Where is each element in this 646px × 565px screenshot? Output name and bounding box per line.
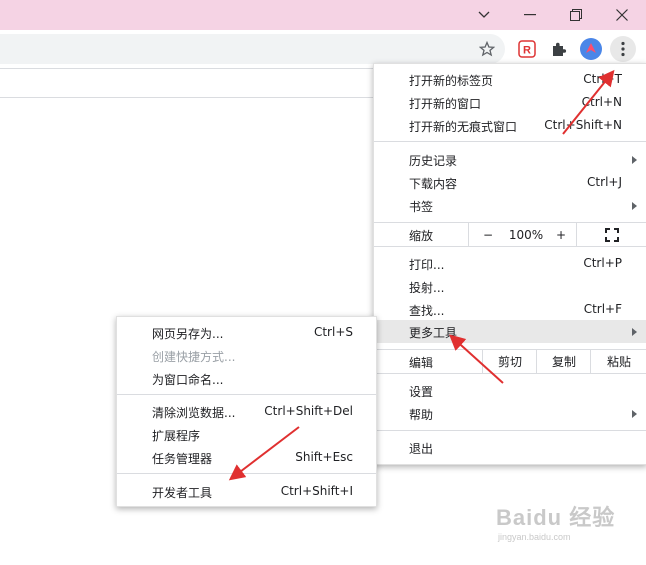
page-divider [0, 97, 374, 98]
menu-separator [117, 394, 376, 395]
menu-item-new-window[interactable]: 打开新的窗口 Ctrl+N [374, 91, 646, 114]
title-bar [0, 0, 646, 30]
menu-item-cast[interactable]: 投射... [374, 275, 646, 298]
submenu-arrow-icon [632, 410, 637, 418]
submenu-item-extensions[interactable]: 扩展程序 [117, 423, 376, 446]
minimize-button[interactable] [507, 0, 553, 30]
restore-button[interactable] [553, 0, 599, 30]
submenu-item-create-shortcut: 创建快捷方式... [152, 350, 236, 364]
menu-item-settings[interactable]: 设置 [374, 379, 646, 402]
menu-item-new-tab[interactable]: 打开新的标签页 Ctrl+T [374, 68, 646, 91]
tab-search-chevron-icon[interactable] [461, 0, 507, 30]
menu-item-history[interactable]: 历史记录 [374, 148, 646, 171]
baidu-watermark-logo: Baidu 经验 jingyan.baidu.com [496, 505, 616, 542]
puzzle-icon[interactable] [545, 35, 573, 63]
cut-button[interactable]: 剪切 [482, 350, 537, 373]
menu-item-exit[interactable]: 退出 [374, 436, 646, 459]
zoom-value: 100% [508, 227, 544, 242]
submenu-item-name-window[interactable]: 为窗口命名... [117, 367, 376, 390]
edit-row: 编辑 剪切 复制 粘贴 [374, 350, 646, 373]
submenu-item-devtools[interactable]: 开发者工具 Ctrl+Shift+I [117, 480, 376, 503]
menu-separator [117, 473, 376, 474]
kebab-menu-icon[interactable] [609, 35, 637, 63]
more-tools-submenu: 网页另存为... Ctrl+S 创建快捷方式... 为窗口命名... 清除浏览数… [116, 316, 377, 507]
zoom-in-button[interactable]: + [546, 223, 576, 246]
submenu-arrow-icon [632, 156, 637, 164]
profile-avatar-icon[interactable] [577, 35, 605, 63]
menu-item-downloads[interactable]: 下载内容 Ctrl+J [374, 171, 646, 194]
svg-text:R: R [523, 45, 531, 57]
extension-r-icon[interactable]: R [513, 35, 541, 63]
submenu-item-save-as[interactable]: 网页另存为... Ctrl+S [117, 321, 376, 344]
menu-item-more-tools[interactable]: 更多工具 [374, 320, 646, 343]
address-bar[interactable] [0, 34, 505, 64]
submenu-arrow-icon [632, 328, 637, 336]
menu-separator [374, 373, 646, 374]
star-icon[interactable] [473, 35, 501, 63]
menu-item-help[interactable]: 帮助 [374, 402, 646, 425]
zoom-row: 缩放 − 100% + [374, 223, 646, 246]
menu-item-find[interactable]: 查找... Ctrl+F [374, 298, 646, 321]
menu-separator [374, 141, 646, 142]
menu-separator [374, 430, 646, 431]
submenu-arrow-icon [632, 202, 637, 210]
menu-item-incognito[interactable]: 打开新的无痕式窗口 Ctrl+Shift+N [374, 114, 646, 137]
menu-item-bookmarks[interactable]: 书签 [374, 194, 646, 217]
menu-item-print[interactable]: 打印... Ctrl+P [374, 252, 646, 275]
zoom-out-button[interactable]: − [468, 223, 507, 246]
paste-button[interactable]: 粘贴 [590, 350, 646, 373]
fullscreen-icon [605, 227, 619, 242]
menu-separator [374, 246, 646, 247]
submenu-item-task-manager[interactable]: 任务管理器 Shift+Esc [117, 446, 376, 469]
submenu-item-clear-data[interactable]: 清除浏览数据... Ctrl+Shift+Del [117, 400, 376, 423]
copy-button[interactable]: 复制 [536, 350, 591, 373]
chrome-main-menu: 打开新的标签页 Ctrl+T 打开新的窗口 Ctrl+N 打开新的无痕式窗口 C… [373, 63, 646, 465]
fullscreen-button[interactable] [576, 223, 646, 246]
close-button[interactable] [599, 0, 645, 30]
